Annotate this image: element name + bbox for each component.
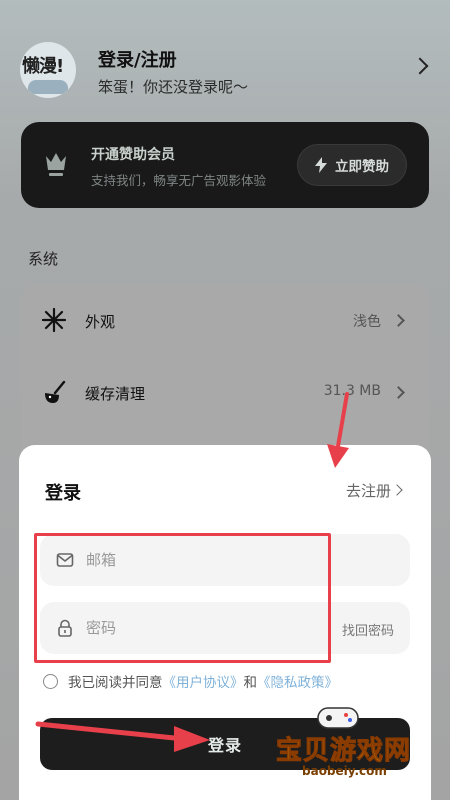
settings-item-label: 缓存清理 — [85, 385, 146, 403]
settings-item-value: 浅色 — [353, 314, 381, 330]
forgot-password-link[interactable]: 找回密码 — [342, 620, 394, 639]
watermark: 宝贝游戏网 baobeiy.com — [272, 700, 448, 790]
section-label-system: 系统 — [28, 250, 59, 268]
profile-header[interactable]: 懒漫! 登录/注册 笨蛋！你还没登录呢～ — [20, 40, 430, 104]
annotation-arrow-right — [35, 721, 210, 752]
settings-item-appearance[interactable]: 外观 浅色 — [21, 285, 429, 355]
login-title: 登录 — [45, 483, 81, 504]
broom-icon — [45, 380, 66, 403]
annotation-arrow-down — [327, 392, 349, 468]
avatar[interactable]: 懒漫! — [20, 42, 76, 98]
agreement-prefix: 我已阅读并同意 — [68, 675, 163, 691]
gamepad-icon — [317, 707, 359, 729]
profile-subtitle: 笨蛋！你还没登录呢～ — [98, 78, 249, 96]
annotation-highlight-box — [34, 533, 331, 663]
watermark-url: baobeiy.com — [302, 764, 387, 778]
chevron-right-icon — [392, 314, 405, 327]
sponsor-button-label: 立即赞助 — [335, 159, 389, 175]
chevron-right-icon[interactable] — [411, 57, 429, 75]
agreement-row: 我已阅读并同意 《用户协议》 和 《隐私政策》 — [43, 671, 338, 691]
lightning-icon — [315, 157, 327, 173]
register-link[interactable]: 去注册 — [346, 480, 391, 501]
watermark-text: 宝贝游戏网 — [275, 736, 412, 767]
sponsor-subtitle: 支持我们，畅享无广告观影体验 — [91, 173, 267, 188]
agreement-and: 和 — [243, 675, 258, 691]
settings-item-cache[interactable]: 缓存清理 31.3 MB — [21, 357, 429, 427]
avatar-text: 懒漫! — [22, 56, 64, 77]
privacy-policy-link[interactable]: 《隐私政策》 — [257, 671, 338, 691]
user-agreement-link[interactable]: 《用户协议》 — [163, 671, 244, 691]
crown-icon — [46, 153, 66, 176]
appearance-icon — [41, 307, 67, 333]
chevron-right-icon — [392, 386, 405, 399]
agreement-radio[interactable] — [43, 673, 58, 689]
sponsor-button[interactable]: 立即赞助 — [297, 144, 407, 186]
settings-item-label: 外观 — [85, 313, 116, 331]
sponsor-card[interactable]: 开通赞助会员 支持我们，畅享无广告观影体验 立即赞助 — [21, 122, 429, 208]
chevron-right-icon[interactable] — [391, 484, 403, 496]
avatar-cat-image — [28, 80, 68, 94]
profile-title[interactable]: 登录/注册 — [98, 46, 177, 72]
sponsor-title: 开通赞助会员 — [91, 147, 175, 163]
